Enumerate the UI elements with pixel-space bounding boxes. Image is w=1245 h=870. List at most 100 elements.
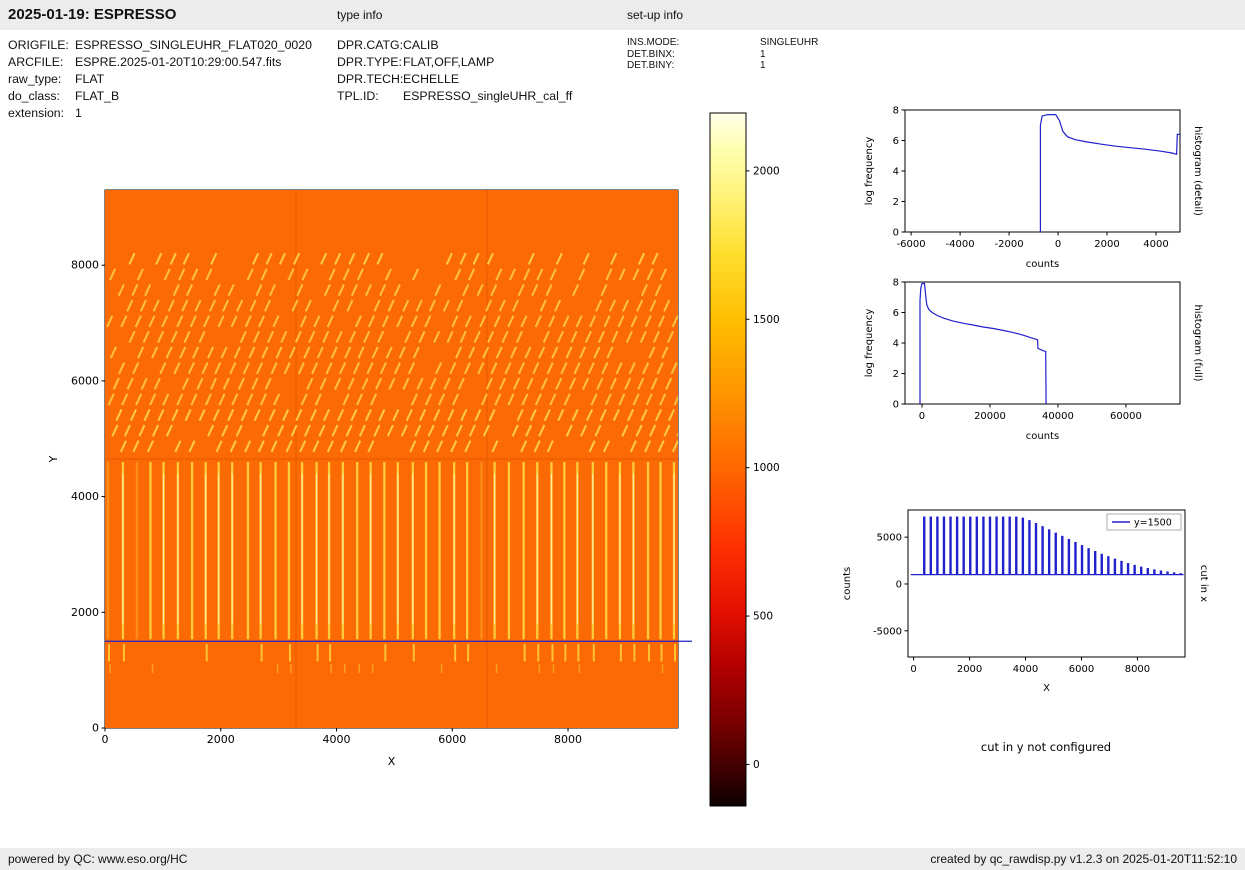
footer-left: powered by QC: www.eso.org/HC <box>8 852 188 866</box>
histogram-detail-plot: -6000 -4000 -2000 0 2000 400002468countslog f… <box>864 106 1203 271</box>
svg-text:2000: 2000 <box>957 664 982 675</box>
svg-text:0: 0 <box>102 733 109 746</box>
svg-text:log frequency: log frequency <box>864 309 875 378</box>
svg-text:y=1500: y=1500 <box>1134 518 1172 529</box>
svg-text:X: X <box>388 755 396 768</box>
meta-value: FLAT <box>75 72 105 86</box>
meta-row-dprcatg: DPR.CATG: CALIB <box>337 37 572 54</box>
meta-label: ORIGFILE: <box>8 38 69 52</box>
footer-right: created by qc_rawdisp.py v1.2.3 on 2025-… <box>930 852 1237 866</box>
meta-value: 1 <box>760 60 766 71</box>
svg-text:counts: counts <box>1026 431 1059 442</box>
meta-row-detbinx: DET.BINX: 1 <box>627 49 818 61</box>
file-info-column: ORIGFILE: ESPRESSO_SINGLEUHR_FLAT020_002… <box>8 37 312 122</box>
svg-text:log frequency: log frequency <box>864 137 875 206</box>
meta-value: ECHELLE <box>403 72 460 86</box>
svg-text:6000: 6000 <box>71 374 99 387</box>
meta-label: TPL.ID: <box>337 89 379 103</box>
svg-text:0: 0 <box>896 579 902 590</box>
colorbar: 0 500 1000 1500 2000 <box>709 112 780 807</box>
meta-label: DET.BINX: <box>627 48 675 60</box>
svg-text:0: 0 <box>1055 239 1061 250</box>
meta-label: ARCFILE: <box>8 55 64 69</box>
svg-text:counts: counts <box>842 567 853 600</box>
meta-value: FLAT_B <box>75 89 120 103</box>
svg-text:X: X <box>1043 683 1050 694</box>
svg-text:histogram (detail): histogram (detail) <box>1192 126 1203 216</box>
qc-report-page: 2025-01-19: ESPRESSO type info set-up in… <box>0 0 1245 870</box>
svg-text:6000: 6000 <box>1069 664 1094 675</box>
svg-text:0: 0 <box>910 664 916 675</box>
setup-info-heading: set-up info <box>627 8 684 22</box>
svg-text:-6000: -6000 <box>897 239 926 250</box>
svg-text:2000: 2000 <box>207 733 235 746</box>
svg-text:cut in x: cut in x <box>1198 565 1209 602</box>
svg-text:0: 0 <box>753 759 760 771</box>
meta-label: do_class: <box>8 89 60 103</box>
svg-text:0: 0 <box>893 400 899 411</box>
svg-text:-2000: -2000 <box>995 239 1024 250</box>
svg-text:1500: 1500 <box>753 314 780 326</box>
meta-value: FLAT,OFF,LAMP <box>403 55 495 69</box>
meta-label: DET.BINY: <box>627 60 675 71</box>
setup-info-column: INS.MODE: SINGLEUHR DET.BINX: 1 DET.BINY… <box>627 37 818 72</box>
svg-text:4: 4 <box>893 339 899 350</box>
svg-text:4000: 4000 <box>71 490 99 503</box>
svg-text:8000: 8000 <box>554 733 582 746</box>
type-info-column: DPR.CATG: CALIB DPR.TYPE: FLAT,OFF,LAMP … <box>337 37 572 105</box>
svg-text:4000: 4000 <box>1013 664 1038 675</box>
svg-text:2: 2 <box>893 369 899 380</box>
meta-value: ESPRE.2025-01-20T10:29:00.547.fits <box>75 55 282 69</box>
footer-bar: powered by QC: www.eso.org/HC created by… <box>0 848 1245 870</box>
meta-row-arcfile: ARCFILE: ESPRE.2025-01-20T10:29:00.547.f… <box>8 54 312 71</box>
page-title: 2025-01-19: ESPRESSO <box>8 6 177 23</box>
svg-text:500: 500 <box>753 611 773 623</box>
svg-text:-4000: -4000 <box>946 239 975 250</box>
histogram-full-plot: 0 20000 40000 60000 0 2 4 6 8 counts log frequency… <box>864 278 1203 443</box>
svg-text:40000: 40000 <box>1042 411 1074 422</box>
svg-text:6: 6 <box>893 308 899 319</box>
cut-in-y-note: cut in y not configured <box>980 740 1112 754</box>
svg-text:6000: 6000 <box>438 733 466 746</box>
svg-text:2000: 2000 <box>71 606 99 619</box>
meta-label: raw_type: <box>8 72 62 86</box>
meta-value: 1 <box>760 48 766 60</box>
meta-label: DPR.CATG: <box>337 38 404 52</box>
svg-text:20000: 20000 <box>974 411 1006 422</box>
meta-row-extension: extension: 1 <box>8 105 312 122</box>
meta-label: DPR.TYPE: <box>337 55 402 69</box>
meta-value: ESPRESSO_singleUHR_cal_ff <box>403 89 573 103</box>
svg-text:8000: 8000 <box>71 259 99 272</box>
svg-text:2000: 2000 <box>1094 239 1119 250</box>
meta-row-tplid: TPL.ID: ESPRESSO_singleUHR_cal_ff <box>337 88 572 105</box>
svg-text:6: 6 <box>893 136 899 147</box>
svg-text:-5000: -5000 <box>873 626 902 637</box>
svg-text:2000: 2000 <box>753 165 780 177</box>
svg-text:histogram (full): histogram (full) <box>1192 304 1203 381</box>
meta-value: ESPRESSO_SINGLEUHR_FLAT020_0020 <box>75 38 312 52</box>
svg-text:4000: 4000 <box>1143 239 1168 250</box>
meta-row-origfile: ORIGFILE: ESPRESSO_SINGLEUHR_FLAT020_002… <box>8 37 312 54</box>
svg-text:2: 2 <box>893 197 899 208</box>
svg-text:0: 0 <box>919 411 925 422</box>
meta-row-detbiny: DET.BINY: 1 <box>627 60 818 72</box>
svg-text:8000: 8000 <box>1125 664 1150 675</box>
svg-text:8: 8 <box>893 106 899 117</box>
meta-label: extension: <box>8 106 65 120</box>
type-info-heading: type info <box>337 8 383 22</box>
meta-label: INS.MODE: <box>627 37 680 48</box>
svg-text:Y: Y <box>47 455 60 463</box>
svg-text:5000: 5000 <box>877 533 902 544</box>
meta-value: CALIB <box>403 38 439 52</box>
meta-row-dprtech: DPR.TECH: ECHELLE <box>337 71 572 88</box>
meta-label: DPR.TECH: <box>337 72 404 86</box>
meta-row-insmode: INS.MODE: SINGLEUHR <box>627 37 818 49</box>
svg-text:0: 0 <box>893 228 899 239</box>
svg-text:4000: 4000 <box>323 733 351 746</box>
raw-image-heatmap: 0 2000 4000 6000 8000 0 2000 4000 6000 8000 X Y <box>47 189 692 768</box>
svg-text:1000: 1000 <box>753 462 780 474</box>
meta-row-dprtype: DPR.TYPE: FLAT,OFF,LAMP <box>337 54 572 71</box>
meta-value: SINGLEUHR <box>760 37 819 48</box>
meta-row-rawtype: raw_type: FLAT <box>8 71 312 88</box>
svg-text:8: 8 <box>893 278 899 289</box>
